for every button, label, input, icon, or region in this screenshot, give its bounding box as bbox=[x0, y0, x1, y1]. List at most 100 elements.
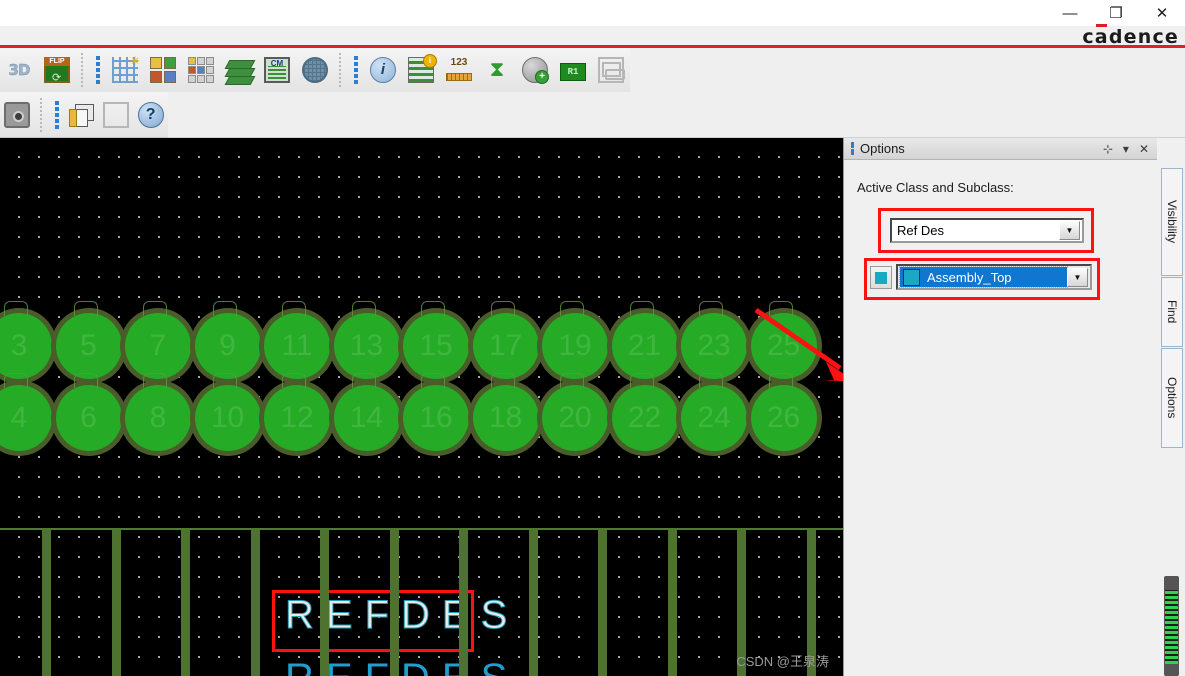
tab-find[interactable]: Find bbox=[1161, 277, 1183, 347]
pad-26[interactable]: 26 bbox=[750, 373, 817, 451]
watermark: CSDN @王泉涛 bbox=[736, 654, 829, 669]
pad-14[interactable]: 14 bbox=[333, 373, 400, 451]
pad-16[interactable]: 16 bbox=[403, 373, 469, 451]
secondary-toolbar: ? bbox=[0, 92, 169, 138]
pad-number: 9 bbox=[219, 329, 236, 362]
trace-segment bbox=[320, 530, 329, 676]
close-button[interactable]: ✕ bbox=[1139, 0, 1185, 26]
subclass-visibility-icon[interactable] bbox=[183, 52, 219, 88]
trace-segment bbox=[389, 530, 399, 676]
pad-11[interactable]: 11 bbox=[264, 301, 330, 379]
application-window: — ❐ ✕ cadence 3D FLIP ⟳ ✳ CM i i 123 ⧗ +… bbox=[0, 0, 1185, 676]
pad-number: 14 bbox=[349, 401, 384, 434]
screen-capture-icon[interactable] bbox=[593, 52, 629, 88]
pad-number: 24 bbox=[697, 401, 731, 434]
add-connect-icon[interactable]: + bbox=[517, 52, 553, 88]
subclass-color-button[interactable] bbox=[870, 266, 892, 289]
pad-5[interactable]: 5 bbox=[55, 301, 122, 379]
pad-18[interactable]: 18 bbox=[472, 373, 539, 451]
pad-number: 5 bbox=[80, 329, 97, 362]
restore-button[interactable]: ❐ bbox=[1093, 0, 1139, 26]
pad-24[interactable]: 24 bbox=[681, 373, 747, 451]
toolbar-gripper-3[interactable] bbox=[53, 98, 60, 132]
options-panel: Options ⊹ ▾ ✕ Active Class and Subclass:… bbox=[843, 138, 1158, 676]
secondary-toolbar-empty-area bbox=[168, 92, 1185, 138]
pad-17[interactable]: 17 bbox=[472, 301, 539, 379]
panel-title: Options bbox=[860, 141, 905, 156]
pad-7[interactable]: 7 bbox=[125, 301, 191, 379]
pad-23[interactable]: 23 bbox=[681, 301, 747, 379]
window-controls: — ❐ ✕ bbox=[1047, 0, 1185, 26]
pad-22[interactable]: 22 bbox=[611, 373, 678, 451]
options-title-bar[interactable]: Options ⊹ ▾ ✕ bbox=[844, 138, 1158, 160]
active-subclass-combobox[interactable]: Assembly_Top ▼ bbox=[896, 264, 1092, 290]
toolbar-gripper-2[interactable] bbox=[352, 53, 360, 87]
pad-13[interactable]: 13 bbox=[333, 301, 400, 379]
pad-15[interactable]: 15 bbox=[403, 301, 469, 379]
pad-6[interactable]: 6 bbox=[55, 373, 122, 451]
chevron-down-icon[interactable]: ▼ bbox=[1059, 221, 1080, 240]
refdes-label-icon[interactable]: R1 bbox=[555, 52, 591, 88]
pcb-design-canvas[interactable]: 3 5 7 9 11 13 15 17 19 21 23 25 4 6 8 10 12 14 16 18 20 22 24 2… bbox=[0, 138, 843, 676]
title-bar: — ❐ ✕ bbox=[0, 0, 1185, 26]
panel-buttons: ⊹ ▾ ✕ bbox=[1103, 143, 1158, 155]
pad-number: 10 bbox=[210, 401, 245, 434]
pad-number: 19 bbox=[558, 329, 592, 362]
trace-segment bbox=[459, 530, 468, 676]
active-class-combobox[interactable]: Ref Des ▼ bbox=[890, 218, 1084, 243]
measure-icon[interactable]: 123 bbox=[441, 52, 477, 88]
pad-number: 6 bbox=[80, 401, 97, 434]
pad-4[interactable]: 4 bbox=[0, 373, 52, 451]
toolbar-separator-2 bbox=[339, 53, 343, 87]
3d-view-icon[interactable]: 3D bbox=[1, 52, 37, 88]
constraint-manager-icon[interactable]: CM bbox=[259, 52, 295, 88]
flip-design-icon[interactable]: FLIP ⟳ bbox=[39, 52, 75, 88]
tab-options[interactable]: Options bbox=[1161, 348, 1183, 448]
trace-segment bbox=[598, 530, 607, 676]
cascade-windows-icon[interactable] bbox=[65, 97, 98, 133]
pad-12[interactable]: 12 bbox=[264, 373, 330, 451]
active-class-value: Ref Des bbox=[897, 223, 944, 238]
tab-visibility[interactable]: Visibility bbox=[1161, 168, 1183, 276]
chevron-down-icon[interactable]: ▼ bbox=[1067, 267, 1088, 287]
chevron-down-icon[interactable]: ▾ bbox=[1123, 143, 1129, 155]
pad-21[interactable]: 21 bbox=[611, 301, 678, 379]
pad-number: 18 bbox=[488, 401, 523, 434]
toolbar-gripper[interactable] bbox=[94, 53, 102, 87]
color-blocks-icon[interactable] bbox=[145, 52, 181, 88]
pin-icon[interactable]: ⊹ bbox=[1103, 143, 1113, 155]
trace-segment bbox=[42, 530, 51, 676]
board-outline-line bbox=[0, 528, 843, 530]
mail-icon[interactable] bbox=[100, 97, 133, 133]
pad-3[interactable]: 3 bbox=[0, 301, 52, 379]
pad-number: 13 bbox=[349, 329, 384, 362]
annotation-arrow bbox=[754, 307, 843, 382]
pad-number: 7 bbox=[149, 329, 167, 362]
color-swatch-icon bbox=[903, 268, 920, 286]
toolbar-separator-3 bbox=[39, 97, 44, 132]
help-icon[interactable]: ? bbox=[134, 97, 167, 133]
active-class-label: Active Class and Subclass: bbox=[857, 180, 1014, 195]
pad-8[interactable]: 8 bbox=[125, 373, 191, 451]
pad-10[interactable]: 10 bbox=[194, 373, 261, 451]
camera-icon[interactable] bbox=[1, 97, 34, 133]
panel-drag-handle[interactable] bbox=[847, 140, 857, 158]
pad-9[interactable]: 9 bbox=[194, 301, 261, 379]
pad-number: 11 bbox=[281, 329, 313, 362]
pad-number: 8 bbox=[149, 401, 167, 434]
active-subclass-value: Assembly_Top bbox=[927, 269, 1012, 285]
pad-19[interactable]: 19 bbox=[542, 301, 608, 379]
report-icon[interactable]: i bbox=[403, 52, 439, 88]
show-element-icon[interactable]: i bbox=[365, 52, 401, 88]
grid-toggle-icon[interactable]: ✳ bbox=[107, 52, 143, 88]
hourglass-icon[interactable]: ⧗ bbox=[479, 52, 515, 88]
close-icon[interactable]: ✕ bbox=[1139, 143, 1149, 155]
pad-number: 4 bbox=[10, 401, 28, 434]
layers-stackup-icon[interactable] bbox=[221, 52, 257, 88]
global-view-icon[interactable] bbox=[297, 52, 333, 88]
minimize-button[interactable]: — bbox=[1047, 0, 1093, 26]
subclass-selected-item[interactable]: Assembly_Top bbox=[899, 266, 1068, 288]
vertical-gauge-slider[interactable] bbox=[1164, 576, 1179, 676]
pad-number: 3 bbox=[10, 329, 28, 362]
pad-20[interactable]: 20 bbox=[542, 373, 608, 451]
